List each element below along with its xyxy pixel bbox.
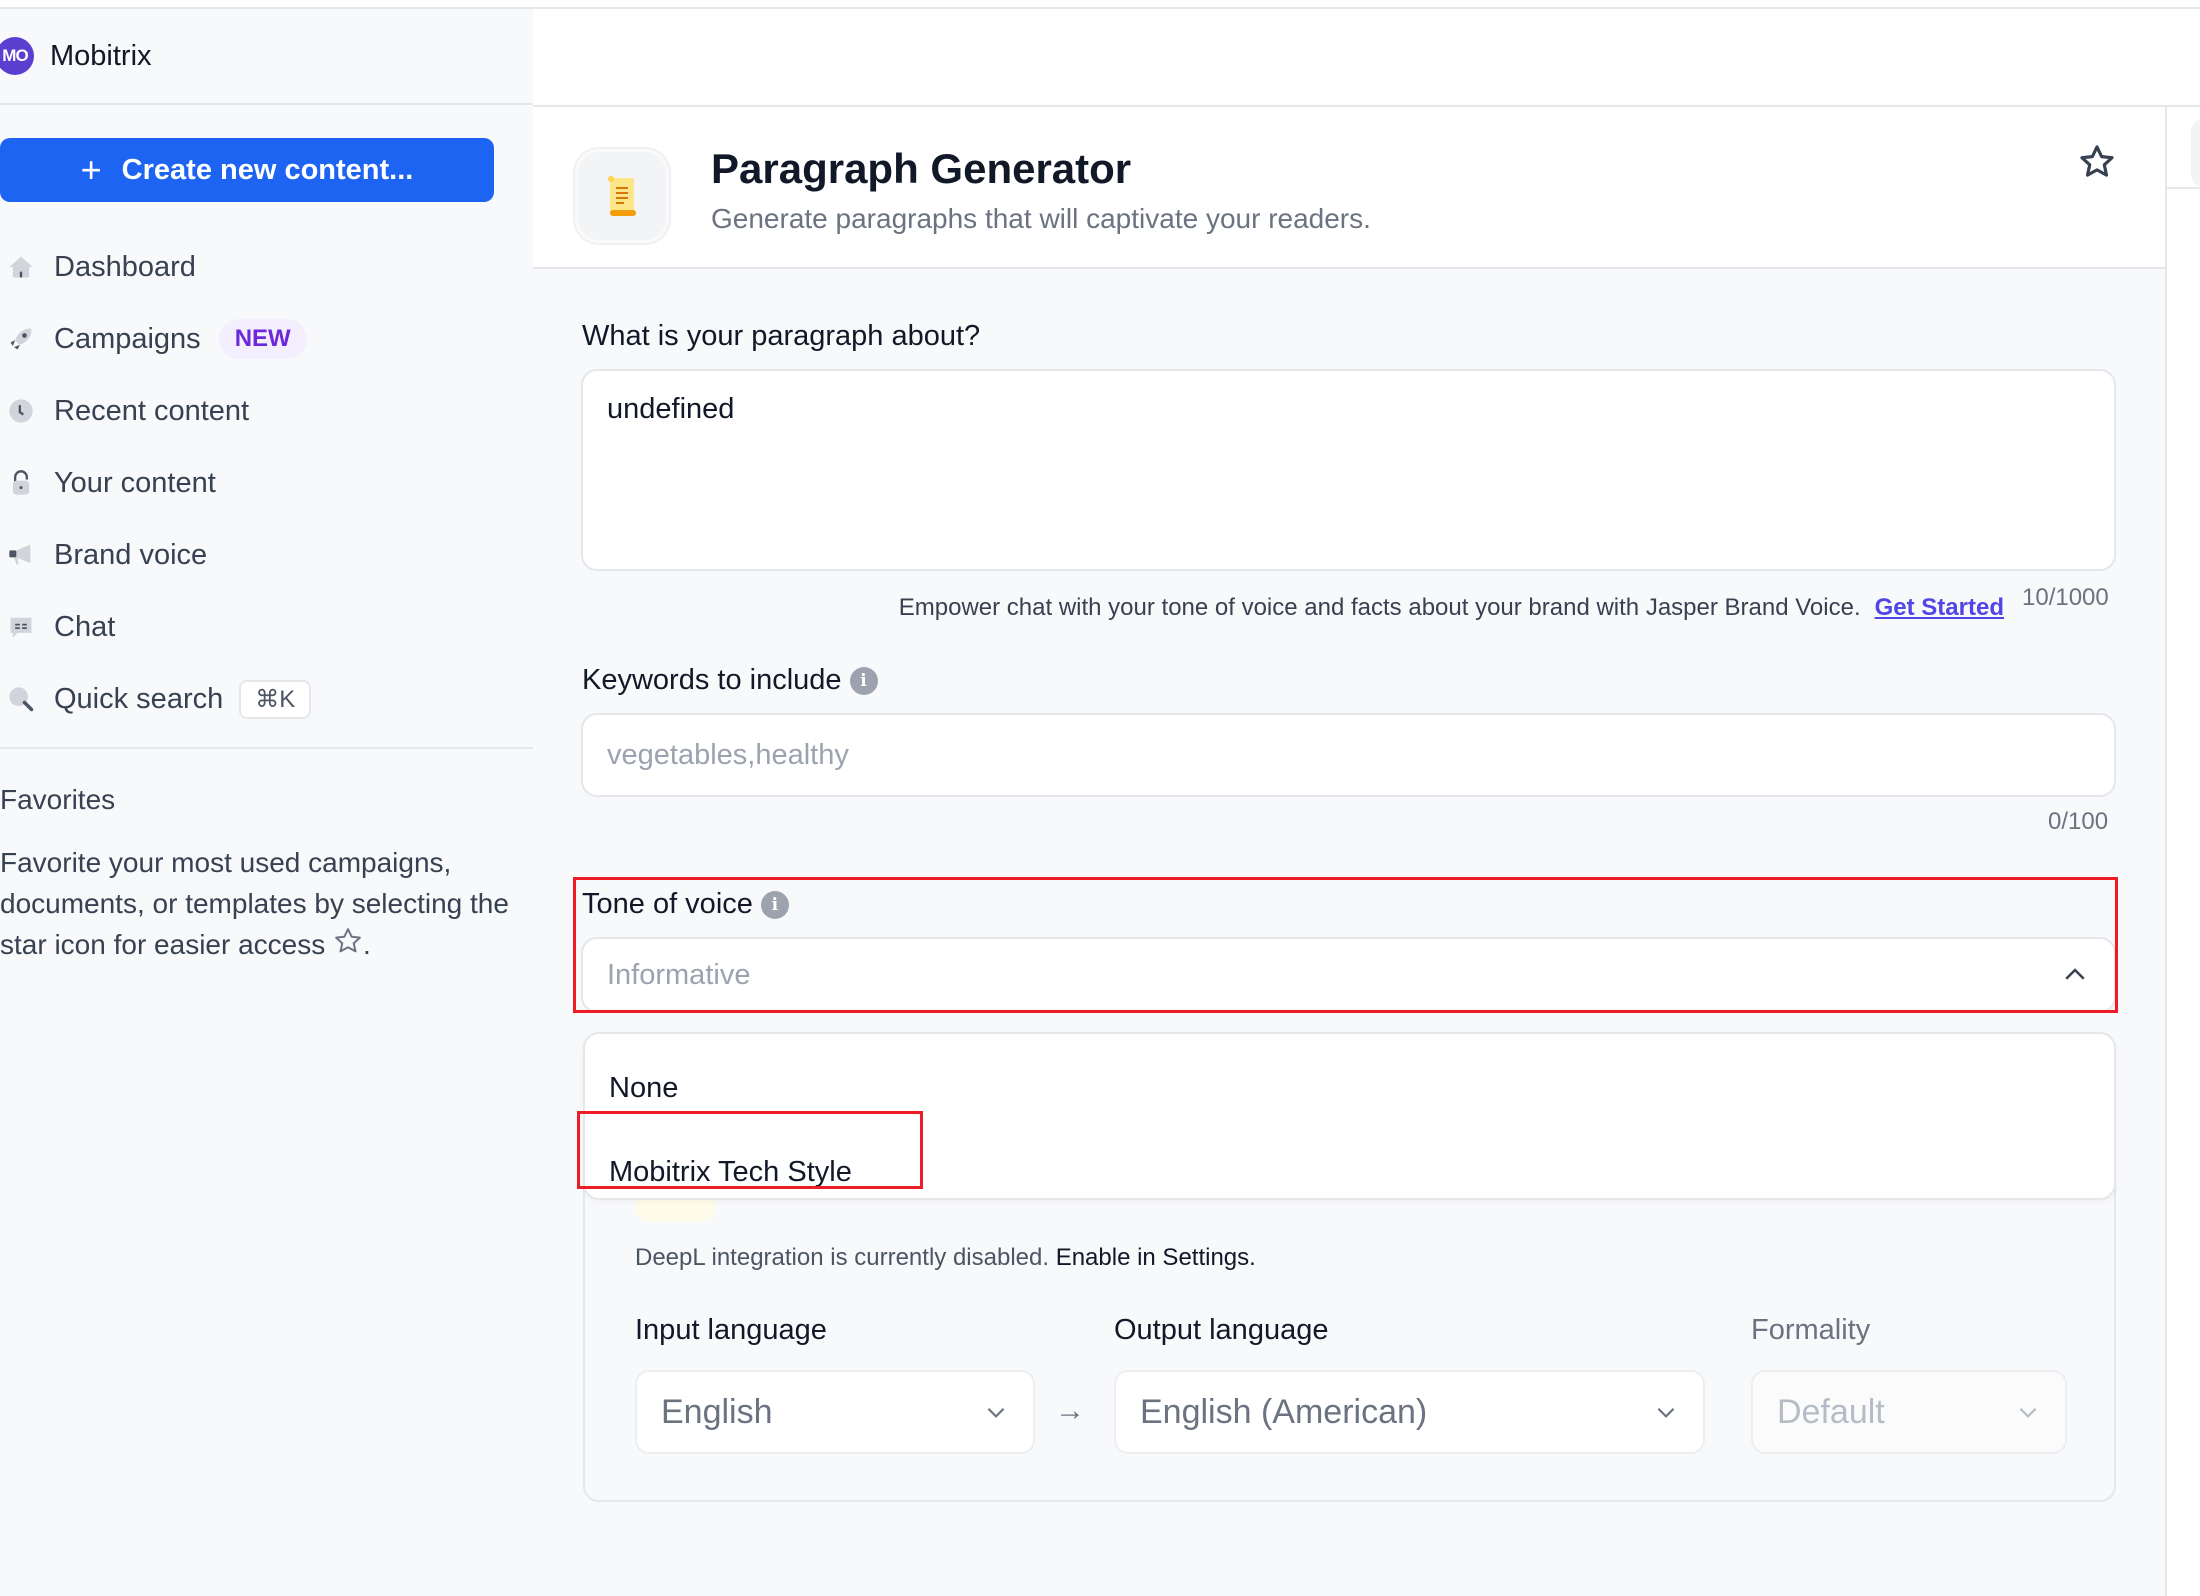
tone-label: Tone of voice i <box>582 888 789 921</box>
workspace-avatar: MO <box>0 37 34 75</box>
chat-icon <box>6 612 36 642</box>
helper-text: Empower chat with your tone of voice and… <box>898 594 1861 621</box>
topic-value: undefined <box>607 393 735 425</box>
new-badge: NEW <box>218 319 307 359</box>
sidebar-item-your-content[interactable]: Your content <box>0 447 533 519</box>
formality-label: Formality <box>1751 1314 1871 1346</box>
input-language-label: Input language <box>635 1314 827 1346</box>
info-icon[interactable]: i <box>849 666 878 695</box>
enable-in-settings-link[interactable]: Enable in Settings. <box>1056 1244 1256 1271</box>
sidebar-divider <box>0 747 533 749</box>
sidebar-item-label: Your content <box>54 466 216 499</box>
create-new-content-button[interactable]: + Create new content... <box>0 138 494 202</box>
brand-voice-helper: Empower chat with your tone of voice and… <box>899 594 2004 622</box>
formality-value: Default <box>1777 1392 1885 1431</box>
scroll-icon <box>575 149 669 243</box>
workspace-switcher[interactable]: MO Mobitrix <box>0 9 533 105</box>
sidebar-item-label: Campaigns <box>54 322 201 355</box>
tone-of-voice-select[interactable]: Informative <box>581 937 2116 1013</box>
sidebar-item-label: Chat <box>54 610 116 643</box>
keyboard-shortcut: ⌘K <box>239 679 312 719</box>
sidebar-item-label: Quick search <box>54 682 224 715</box>
megaphone-icon <box>6 540 36 570</box>
tone-option-none[interactable]: None <box>609 1072 678 1105</box>
sidebar-item-recent-content[interactable]: Recent content <box>0 375 533 447</box>
favorites-description-suffix: . <box>363 929 371 960</box>
home-icon <box>6 252 36 282</box>
tone-label-text: Tone of voice <box>582 888 753 920</box>
lock-icon <box>6 468 36 498</box>
page-subtitle: Generate paragraphs that will captivate … <box>711 203 1371 234</box>
topic-label-text: What is your paragraph about? <box>582 320 981 352</box>
right-panel-divider <box>2167 187 2200 189</box>
sidebar-item-campaigns[interactable]: Campaigns NEW <box>0 303 533 375</box>
sidebar-item-dashboard[interactable]: Dashboard <box>0 231 533 303</box>
star-icon <box>333 926 363 967</box>
template-header: Paragraph Generator Generate paragraphs … <box>533 107 2165 269</box>
tone-dropdown-menu: None Mobitrix Tech Style <box>583 1032 2116 1200</box>
tone-value: Informative <box>607 958 751 991</box>
clock-icon <box>6 396 36 426</box>
output-language-select[interactable]: English (American) <box>1114 1370 1705 1454</box>
favorites-description-text: Favorite your most used campaigns, docum… <box>0 847 509 960</box>
search-icon <box>6 684 36 714</box>
plus-icon: + <box>80 149 102 190</box>
sidebar-item-label: Brand voice <box>54 538 208 571</box>
chevron-down-icon <box>1657 1407 1675 1418</box>
chevron-down-icon <box>2019 1407 2037 1418</box>
sidebar-item-chat[interactable]: Chat <box>0 591 533 663</box>
chevron-up-icon <box>2065 968 2085 980</box>
topic-textarea[interactable]: undefined <box>581 369 2116 571</box>
favorites-title: Favorites <box>0 784 116 815</box>
favorites-description: Favorite your most used campaigns, docum… <box>0 842 520 967</box>
tone-option-mobitrix-tech-style[interactable]: Mobitrix Tech Style <box>609 1156 852 1189</box>
chevron-down-icon <box>987 1407 1005 1418</box>
deepl-note-text: DeepL integration is currently disabled. <box>635 1244 1050 1271</box>
output-language-label: Output language <box>1114 1314 1329 1346</box>
deepl-note: DeepL integration is currently disabled.… <box>635 1244 1256 1272</box>
right-panel-button[interactable] <box>2191 119 2200 187</box>
formality-select[interactable]: Default <box>1751 1370 2067 1454</box>
keywords-char-counter: 0/100 <box>2048 808 2109 835</box>
sidebar-item-label: Recent content <box>54 394 250 427</box>
keywords-input[interactable]: vegetables,healthy <box>581 713 2116 797</box>
input-language-select[interactable]: English <box>635 1370 1035 1454</box>
sidebar-item-quick-search[interactable]: Quick search ⌘K <box>0 663 533 735</box>
keywords-label: Keywords to include i <box>582 664 878 697</box>
rocket-icon <box>6 324 36 354</box>
workspace-name: Mobitrix <box>50 39 152 72</box>
arrow-right-icon: → <box>1055 1394 1085 1427</box>
get-started-link[interactable]: Get Started <box>1875 594 2004 621</box>
star-icon <box>2080 145 2114 177</box>
create-new-content-label: Create new content... <box>121 153 414 186</box>
sidebar-nav: Dashboard Campaigns NEW Recent content Y… <box>0 231 533 735</box>
keywords-label-text: Keywords to include <box>582 664 842 696</box>
topic-label: What is your paragraph about? <box>582 320 980 353</box>
page-title: Paragraph Generator <box>711 145 1132 192</box>
output-language-value: English (American) <box>1140 1392 1428 1431</box>
favorite-star-button[interactable] <box>2078 143 2116 181</box>
sidebar-item-brand-voice[interactable]: Brand voice <box>0 519 533 591</box>
top-bar <box>533 9 2200 107</box>
input-language-value: English <box>661 1392 773 1431</box>
keywords-placeholder: vegetables,healthy <box>607 738 849 771</box>
browser-top-bar <box>0 0 2200 9</box>
sidebar: MO Mobitrix + Create new content... Dash… <box>0 9 533 1596</box>
topic-char-counter: 10/1000 <box>2022 584 2109 611</box>
sidebar-item-label: Dashboard <box>54 250 196 283</box>
info-icon[interactable]: i <box>760 890 789 919</box>
right-panel <box>2165 107 2200 1596</box>
